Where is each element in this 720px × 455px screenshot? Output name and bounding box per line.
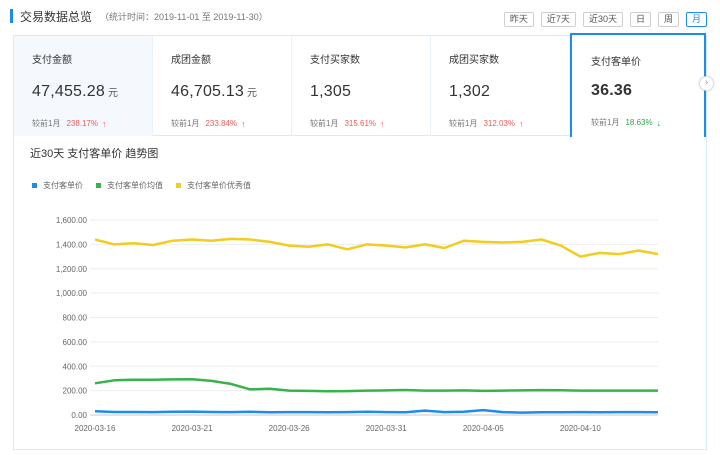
x-tick-label: 2020-03-26: [269, 424, 310, 433]
y-tick-label: 200.00: [63, 387, 88, 396]
series-line: [94, 377, 658, 393]
y-tick-label: 400.00: [63, 362, 88, 371]
x-tick-label: 2020-03-21: [172, 424, 213, 433]
x-tick-label: 2020-03-31: [366, 424, 407, 433]
y-tick-label: 600.00: [63, 338, 88, 347]
y-tick-label: 1,200.00: [56, 265, 88, 274]
x-tick-label: 2020-04-05: [463, 424, 504, 433]
y-tick-label: 1,000.00: [56, 289, 88, 298]
y-tick-label: 1,600.00: [56, 216, 88, 225]
x-tick-label: 2020-03-16: [75, 424, 116, 433]
y-tick-label: 0.00: [71, 411, 87, 420]
x-tick-label: 2020-04-10: [560, 424, 601, 433]
trend-chart: 0.00 200.00 400.00 600.00 800.00 1,000.00 1,20…: [56, 216, 659, 433]
y-tick-label: 800.00: [63, 314, 88, 323]
y-tick-label: 1,400.00: [56, 240, 88, 249]
series-line: [94, 237, 659, 258]
series-line: [94, 408, 659, 414]
